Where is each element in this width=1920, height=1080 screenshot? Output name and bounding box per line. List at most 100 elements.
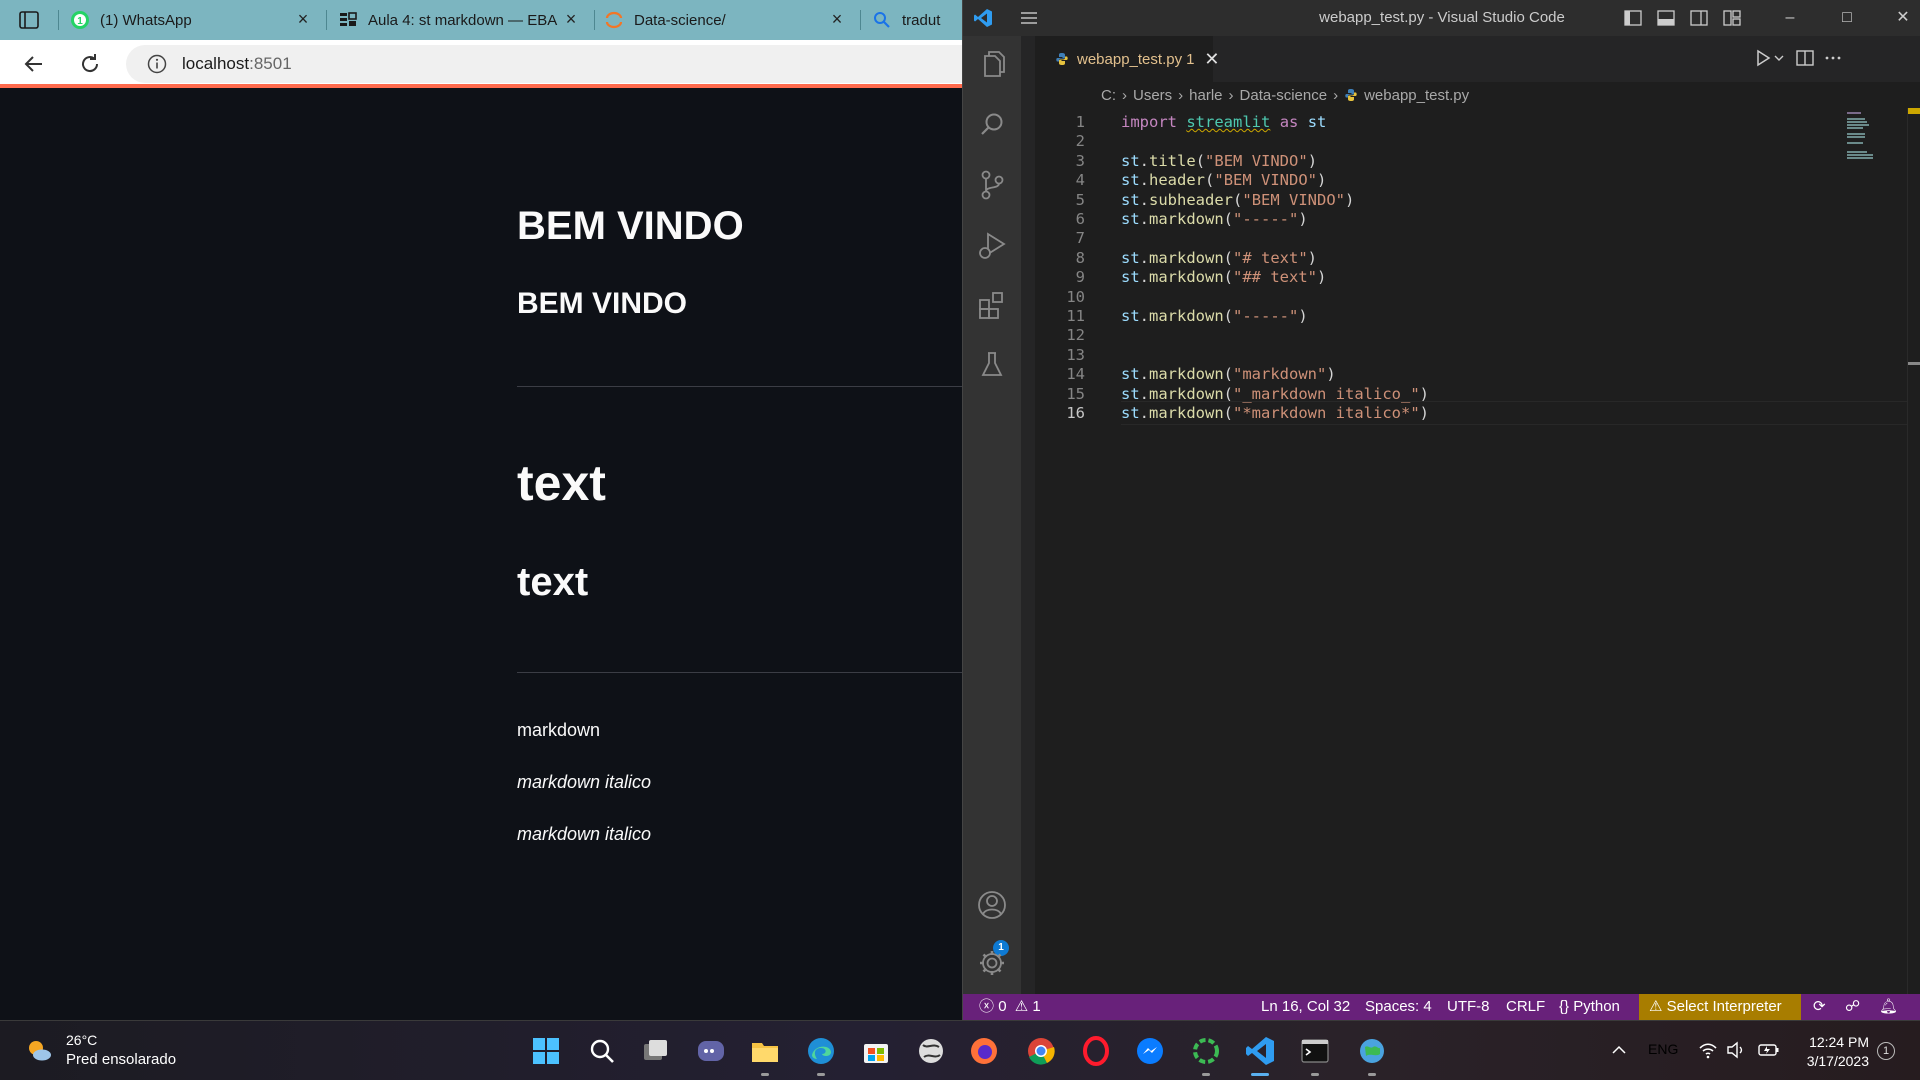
breadcrumb-item[interactable]: Data-science — [1240, 87, 1328, 104]
feedback-icon[interactable]: ☍ — [1845, 994, 1860, 1020]
chevron-right-icon: › — [1333, 86, 1339, 104]
search-icon[interactable] — [973, 106, 1011, 144]
file-explorer-icon[interactable] — [749, 1035, 781, 1067]
select-interpreter-button[interactable]: ⚠ Select Interpreter — [1639, 994, 1801, 1020]
back-arrow-icon[interactable] — [20, 50, 48, 78]
testing-icon[interactable] — [973, 346, 1011, 384]
browser-tab-jupyter[interactable]: Data-science/ × — [604, 4, 854, 36]
chrome-icon[interactable] — [1025, 1035, 1057, 1067]
markdown-h2: text — [517, 560, 589, 604]
toggle-primary-sidebar-icon[interactable] — [1623, 8, 1643, 28]
ebac-icon — [338, 10, 358, 30]
explorer-icon[interactable] — [973, 48, 1011, 86]
notifications-bell-icon[interactable]: 🔔︎ — [1879, 994, 1898, 1020]
show-hidden-icons[interactable] — [1610, 1041, 1628, 1059]
sync-icon[interactable]: ⟳ — [1813, 994, 1826, 1020]
notification-center-badge[interactable]: 1 — [1877, 1042, 1895, 1060]
cursor-position[interactable]: Ln 16, Col 32 — [1261, 994, 1350, 1020]
refresh-icon[interactable] — [76, 50, 104, 78]
breadcrumb-item[interactable]: C: — [1101, 87, 1116, 104]
warning-count: 1 — [1032, 998, 1041, 1015]
source-control-icon[interactable] — [973, 166, 1011, 204]
chevron-right-icon: › — [1122, 86, 1127, 104]
run-python-file-icon[interactable] — [1753, 48, 1773, 68]
chat-icon[interactable] — [695, 1035, 727, 1067]
encoding[interactable]: UTF-8 — [1447, 994, 1490, 1020]
breadcrumb-item[interactable]: harle — [1189, 87, 1222, 104]
browser-tab-search[interactable]: tradut — [872, 4, 962, 36]
language-label: Python — [1573, 998, 1620, 1015]
editor-tab-webapp-test[interactable]: webapp_test.py 1 ✕ — [1035, 36, 1220, 82]
edge-icon[interactable] — [805, 1035, 837, 1067]
windows-start-icon[interactable] — [530, 1035, 562, 1067]
clock[interactable]: 12:24 PM 3/17/2023 — [1795, 1033, 1869, 1071]
problems-status[interactable]: ⓧ 0 ⚠ 1 — [979, 994, 1041, 1020]
settings-gear-icon[interactable] — [973, 944, 1011, 982]
terminal-icon[interactable] — [1299, 1035, 1331, 1067]
code-line[interactable]: st.markdown("*markdown italico*") — [1121, 401, 1429, 425]
address-host: localhost — [182, 54, 250, 73]
input-language[interactable]: ENG — [1648, 1041, 1678, 1057]
address-bar[interactable]: localhost:8501 — [126, 45, 962, 83]
editor-scrollbar[interactable] — [1907, 108, 1920, 994]
code-line[interactable]: import streamlit as st — [1121, 110, 1326, 134]
browser-tab-title: (1) WhatsApp — [100, 11, 192, 29]
line-number: 16 — [1066, 404, 1085, 422]
earth-app-icon[interactable] — [1356, 1035, 1388, 1067]
indentation[interactable]: Spaces: 4 — [1365, 994, 1432, 1020]
close-editor-icon[interactable]: ✕ — [1204, 49, 1219, 70]
menu-icon[interactable] — [1019, 8, 1039, 28]
minimap[interactable] — [1847, 108, 1907, 168]
close-window-button[interactable]: ✕ — [1888, 6, 1918, 30]
accounts-icon[interactable] — [973, 886, 1011, 924]
tab-actions-icon[interactable] — [18, 10, 40, 30]
breadcrumb-item[interactable]: Users — [1133, 87, 1172, 104]
code-line[interactable]: st.markdown("## text") — [1121, 265, 1326, 289]
customize-layout-icon[interactable] — [1722, 8, 1742, 28]
tab-separator — [326, 10, 327, 30]
battery-icon[interactable] — [1757, 1041, 1781, 1059]
maximize-button[interactable]: □ — [1832, 6, 1862, 30]
store-icon[interactable] — [860, 1035, 892, 1067]
end-of-line[interactable]: CRLF — [1506, 994, 1545, 1020]
browser-tab-ebac[interactable]: Aula 4: st markdown — EBA × — [338, 4, 588, 36]
clock-date: 3/17/2023 — [1806, 1053, 1869, 1069]
weather-widget[interactable]: 26°C Pred ensolarado — [24, 1031, 176, 1069]
opera-icon[interactable] — [1080, 1035, 1112, 1067]
run-dropdown-icon[interactable] — [1773, 48, 1785, 68]
site-info-icon[interactable] — [146, 53, 168, 75]
minimize-button[interactable]: – — [1775, 6, 1805, 30]
breadcrumb-item[interactable]: webapp_test.py — [1364, 87, 1469, 104]
volume-icon[interactable] — [1726, 1041, 1746, 1059]
address-text: localhost:8501 — [182, 54, 292, 74]
extensions-icon[interactable] — [973, 286, 1011, 324]
task-view-icon[interactable] — [640, 1035, 672, 1067]
firefox-icon[interactable] — [968, 1035, 1000, 1067]
close-tab-icon[interactable]: × — [562, 10, 580, 28]
markdown-italic: markdown italico — [517, 824, 652, 844]
wifi-icon[interactable] — [1698, 1041, 1718, 1059]
search-icon[interactable] — [586, 1035, 618, 1067]
braces-icon: {} — [1559, 998, 1570, 1015]
globe-app-icon[interactable] — [915, 1035, 947, 1067]
circle-app-icon[interactable] — [1190, 1035, 1222, 1067]
desktop: 1 (1) WhatsApp × Aula 4: st markdown — E… — [0, 0, 1920, 1080]
run-debug-icon[interactable] — [973, 226, 1011, 264]
browser-tab-whatsapp[interactable]: 1 (1) WhatsApp × — [70, 4, 320, 36]
code-line[interactable]: st.markdown("-----") — [1121, 304, 1308, 328]
vscode-titlebar: webapp_test.py - Visual Studio Code – □ … — [963, 0, 1920, 36]
language-mode[interactable]: {} Python — [1559, 994, 1620, 1020]
code-line[interactable]: st.markdown("-----") — [1121, 207, 1308, 231]
close-tab-icon[interactable]: × — [828, 10, 846, 28]
toggle-panel-icon[interactable] — [1656, 8, 1676, 28]
messenger-icon[interactable] — [1134, 1035, 1166, 1067]
split-editor-icon[interactable] — [1795, 48, 1815, 68]
close-tab-icon[interactable]: × — [294, 10, 312, 28]
markdown-italic: markdown italico — [517, 772, 652, 792]
vscode-icon[interactable] — [1244, 1035, 1276, 1067]
python-file-icon — [1344, 88, 1358, 102]
more-actions-icon[interactable] — [1823, 48, 1843, 68]
svg-text:1: 1 — [77, 16, 83, 27]
code-editor[interactable]: 1 2 3 4 5 6 7 8 9 10 11 12 13 14 15 16 import streamlit… — [1035, 108, 1920, 994]
toggle-secondary-sidebar-icon[interactable] — [1689, 8, 1709, 28]
